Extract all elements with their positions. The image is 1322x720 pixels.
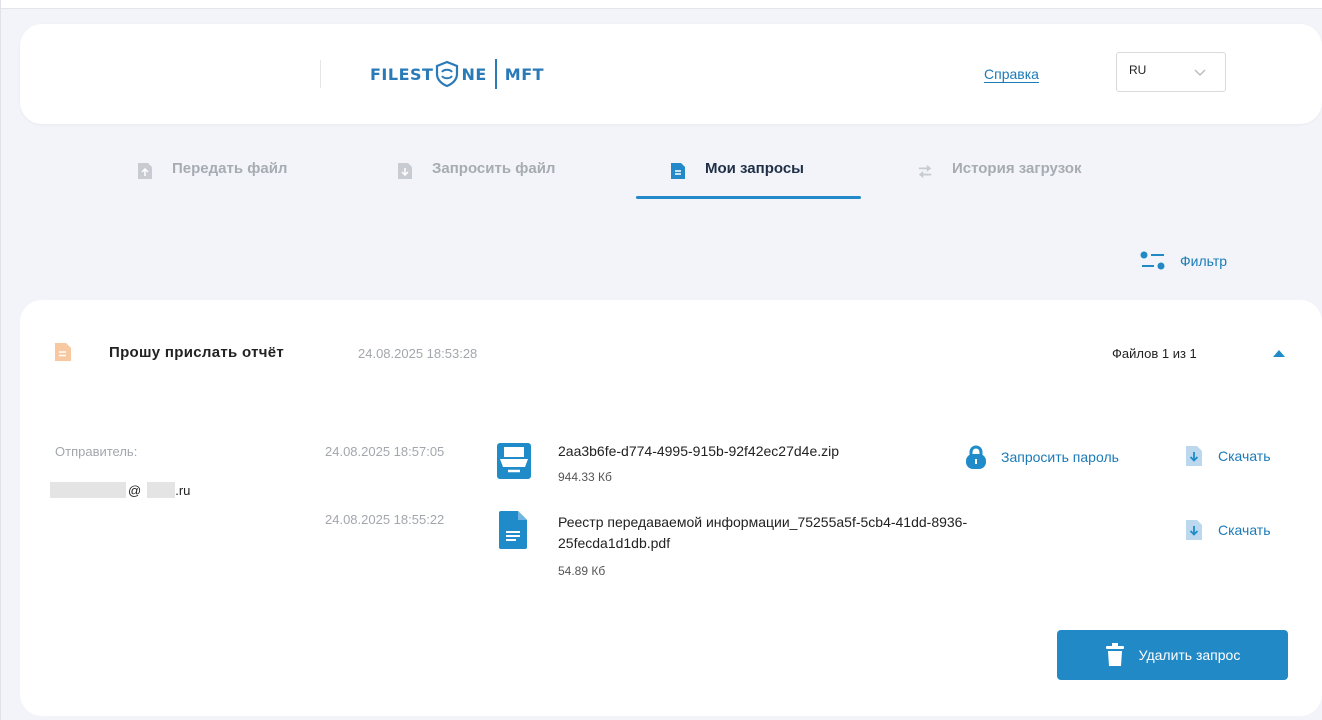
logo-text-left: FILEST xyxy=(370,64,434,84)
language-select[interactable]: RU xyxy=(1116,52,1226,92)
trash-icon xyxy=(1105,643,1124,666)
download-file-icon xyxy=(1186,446,1202,466)
redacted-domain xyxy=(147,482,176,498)
download-label: Скачать xyxy=(1218,522,1271,538)
top-strip xyxy=(0,0,1322,9)
file-name-line1: Реестр передаваемой информации_75255a5f-… xyxy=(558,514,968,530)
logo-text-mid: NE xyxy=(461,64,487,84)
sender-email: @ .ru xyxy=(50,481,190,499)
shield-icon xyxy=(436,60,459,88)
language-value: RU xyxy=(1129,63,1147,77)
logo-text-right: MFT xyxy=(504,64,545,84)
delete-request-button[interactable]: Удалить запрос xyxy=(1057,630,1288,680)
file-date: 24.08.2025 18:55:22 xyxy=(325,512,445,527)
logo-divider xyxy=(494,59,497,89)
download-icon xyxy=(398,163,412,179)
tab-upload-history[interactable]: История загрузок xyxy=(917,160,1081,200)
tab-label: Передать файл xyxy=(172,160,288,177)
tab-label: Запросить файл xyxy=(432,160,556,177)
filter-label: Фильтр xyxy=(1180,253,1228,269)
help-link[interactable]: Справка xyxy=(984,66,1039,82)
file-size: 54.89 Кб xyxy=(558,564,606,578)
files-count: Файлов 1 из 1 xyxy=(1112,346,1197,361)
active-tab-indicator xyxy=(636,196,861,199)
upload-icon xyxy=(138,163,152,179)
file-name: 2aa3b6fe-d774-4995-915b-92f42ec27d4e.zip xyxy=(558,443,840,459)
lock-icon xyxy=(966,445,986,469)
tab-my-requests[interactable]: Мои запросы xyxy=(670,160,804,200)
header-bar: FILEST NE MFT Справка RU xyxy=(20,24,1322,124)
delete-request-label: Удалить запрос xyxy=(1138,647,1241,663)
request-title: Прошу прислать отчёт xyxy=(109,344,285,361)
pdf-file-icon xyxy=(499,511,527,549)
tab-label: Мои запросы xyxy=(705,160,804,177)
filestone-logo[interactable]: FILEST NE MFT xyxy=(370,56,544,92)
file-size: 944.33 Кб xyxy=(558,470,612,484)
filter-button[interactable]: Фильтр xyxy=(1140,250,1227,272)
sender-label: Отправитель: xyxy=(55,444,138,459)
file-name-line2: 25fecda1d1db.pdf xyxy=(558,535,671,551)
file-date: 24.08.2025 18:57:05 xyxy=(325,444,445,459)
document-icon xyxy=(671,163,685,179)
email-suffix: .ru xyxy=(175,482,191,498)
download-file-icon xyxy=(1186,520,1202,540)
chevron-down-icon xyxy=(1194,69,1206,76)
tab-send-file[interactable]: Передать файл xyxy=(137,160,287,200)
request-password-button[interactable]: Запросить пароль xyxy=(965,444,1119,470)
download-button[interactable]: Скачать xyxy=(1184,445,1271,467)
header-divider xyxy=(320,60,321,88)
archive-icon xyxy=(497,443,531,479)
tab-request-file[interactable]: Запросить файл xyxy=(397,160,555,200)
request-card: Прошу прислать отчёт 24.08.2025 18:53:28… xyxy=(20,300,1322,716)
request-document-icon xyxy=(55,343,71,361)
request-password-label: Запросить пароль xyxy=(1001,449,1119,465)
filter-icon xyxy=(1140,251,1165,270)
redacted-name xyxy=(50,482,126,498)
download-label: Скачать xyxy=(1218,448,1271,464)
chevron-up-icon[interactable] xyxy=(1272,348,1286,358)
email-at: @ xyxy=(128,482,142,498)
transfer-icon xyxy=(918,164,932,179)
download-button[interactable]: Скачать xyxy=(1184,519,1271,541)
left-edge xyxy=(0,0,1,720)
request-date: 24.08.2025 18:53:28 xyxy=(358,346,478,361)
tab-label: История загрузок xyxy=(952,160,1082,177)
